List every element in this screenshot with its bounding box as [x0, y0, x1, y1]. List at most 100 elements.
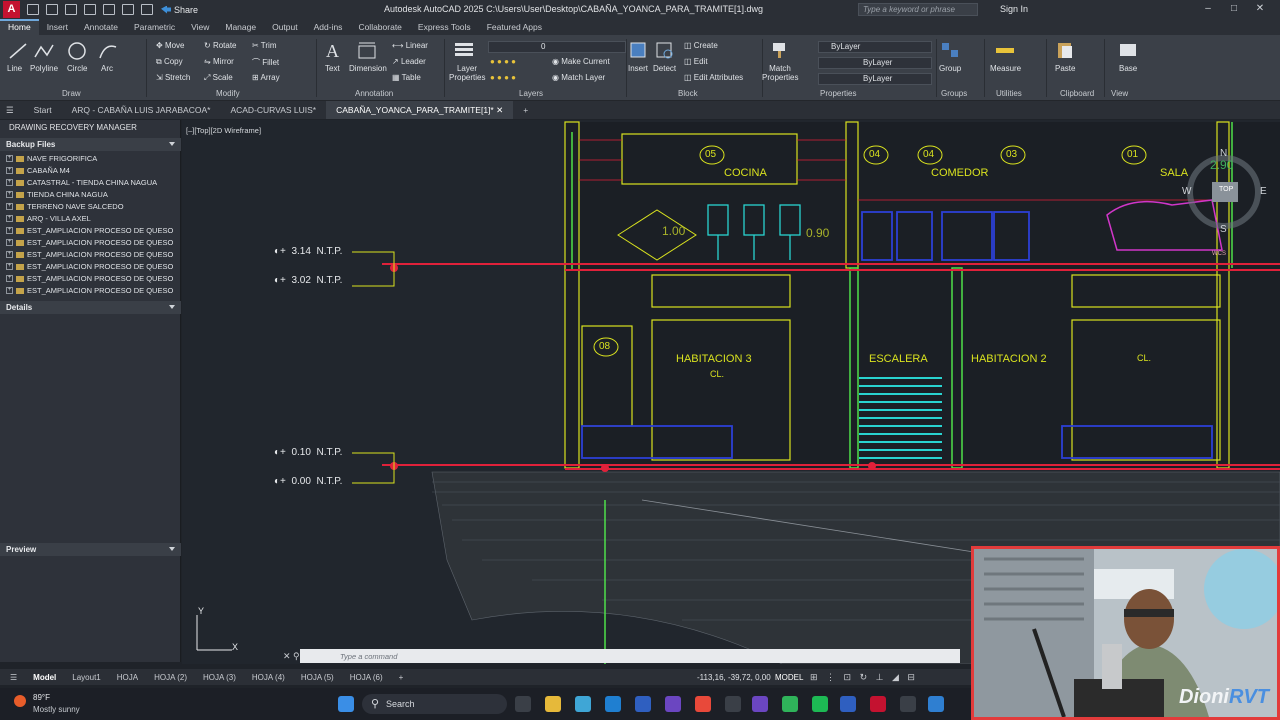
layout-tab-hoja-3[interactable]: HOJA (3): [195, 673, 244, 682]
leader-button[interactable]: ↗ Leader: [392, 57, 426, 66]
draw-panel-title[interactable]: Draw: [62, 89, 81, 98]
tab-view[interactable]: View: [183, 19, 217, 35]
backup-file-item[interactable]: + CATASTRAL - TIENDA CHINA NAGUA: [6, 178, 157, 187]
circle-icon[interactable]: [66, 41, 88, 61]
weather-temperature[interactable]: 89°F: [33, 693, 50, 702]
layers-panel-title[interactable]: Layers: [519, 89, 543, 98]
undo-icon[interactable]: [122, 4, 134, 15]
expand-icon[interactable]: +: [6, 227, 13, 234]
store-icon[interactable]: [635, 696, 651, 712]
backup-file-item[interactable]: + EST_AMPLIACION PROCESO DE QUESO: [6, 286, 173, 295]
backup-file-item[interactable]: + CABAÑA M4: [6, 166, 70, 175]
move-button[interactable]: ✥ Move: [156, 41, 185, 50]
tab-annotate[interactable]: Annotate: [76, 19, 126, 35]
preview-header[interactable]: Preview: [0, 543, 181, 556]
base-view-icon[interactable]: [1117, 40, 1139, 60]
layer-properties-button[interactable]: Layer Properties: [449, 64, 485, 82]
menu-icon[interactable]: ☰: [0, 101, 24, 119]
open-file-icon[interactable]: [46, 4, 58, 15]
backup-file-item[interactable]: + TERRENO NAVE SALCEDO: [6, 202, 124, 211]
edge-icon[interactable]: [605, 696, 621, 712]
drafting-toggle-icons[interactable]: ⊞ ⋮ ⊡ ↻ ⊥ ◢ ⊟: [810, 672, 918, 683]
mirror-button[interactable]: ⇋ Mirror: [204, 57, 234, 66]
copy-button[interactable]: ⧉ Copy: [156, 57, 183, 67]
close-icon[interactable]: ✕: [1254, 3, 1266, 15]
app-icon[interactable]: [928, 696, 944, 712]
details-header[interactable]: Details: [0, 301, 181, 314]
expand-icon[interactable]: +: [6, 167, 13, 174]
insert-block-icon[interactable]: [628, 40, 650, 60]
detect-icon[interactable]: [654, 40, 676, 60]
layout-tab-model[interactable]: Model: [25, 673, 64, 682]
layout-tab-layout1[interactable]: Layout1: [64, 673, 108, 682]
expand-icon[interactable]: +: [6, 239, 13, 246]
polyline-icon[interactable]: [33, 41, 55, 61]
file-explorer-icon[interactable]: [545, 696, 561, 712]
measure-icon[interactable]: [994, 40, 1016, 60]
text-icon[interactable]: A: [322, 40, 344, 60]
doc-tab-cabana-luis[interactable]: ARQ - CABAÑA LUIS JARABACOA*: [62, 101, 221, 119]
chrome-icon[interactable]: [695, 696, 711, 712]
expand-icon[interactable]: +: [6, 215, 13, 222]
layout-tab-hoja-6[interactable]: HOJA (6): [342, 673, 391, 682]
save-as-icon[interactable]: [84, 4, 96, 15]
lineweight-dropdown[interactable]: ByLayer: [818, 73, 932, 85]
layer-state-icons[interactable]: ● ● ● ●: [490, 73, 516, 82]
tab-express-tools[interactable]: Express Tools: [410, 19, 479, 35]
wcs-menu[interactable]: WCS: [1212, 251, 1226, 257]
autocad-logo-icon[interactable]: A: [3, 1, 20, 18]
modify-panel-title[interactable]: Modify: [216, 89, 240, 98]
model-space-button[interactable]: MODEL: [775, 673, 803, 682]
add-layout-icon[interactable]: +: [391, 673, 412, 682]
sign-in-button[interactable]: Sign In: [1000, 4, 1028, 14]
viewcube-west[interactable]: W: [1182, 186, 1191, 197]
app-icon[interactable]: [725, 696, 741, 712]
doc-tab-start[interactable]: Start: [24, 101, 62, 119]
tab-collaborate[interactable]: Collaborate: [350, 19, 409, 35]
edit-block-button[interactable]: ◫ Edit: [684, 57, 708, 66]
arc-icon[interactable]: [97, 41, 119, 61]
backup-file-item[interactable]: + EST_AMPLIACION PROCESO DE QUESO: [6, 250, 173, 259]
expand-icon[interactable]: +: [6, 179, 13, 186]
text-button[interactable]: Text: [325, 64, 340, 73]
backup-file-item[interactable]: + EST_AMPLIACION PROCESO DE QUESO: [6, 226, 173, 235]
trim-button[interactable]: ✂ Trim: [252, 41, 276, 50]
save-icon[interactable]: [65, 4, 77, 15]
tab-add-ins[interactable]: Add-ins: [306, 19, 351, 35]
backup-file-item[interactable]: + NAVE FRIGORIFICA: [6, 154, 97, 163]
linear-button[interactable]: ⟷ Linear: [392, 41, 428, 50]
close-tab-icon[interactable]: ✕: [496, 105, 503, 115]
taskbar-search-box[interactable]: Search: [362, 694, 507, 714]
backup-file-item[interactable]: + ARQ - VILLA AXEL: [6, 214, 91, 223]
expand-icon[interactable]: +: [6, 263, 13, 270]
viewcube-south[interactable]: S: [1220, 224, 1227, 235]
spotify-icon[interactable]: [812, 696, 828, 712]
fillet-button[interactable]: ⌒ Fillet: [252, 57, 279, 68]
annotation-panel-title[interactable]: Annotation: [355, 89, 393, 98]
viewcube-east[interactable]: E: [1260, 186, 1267, 197]
new-file-icon[interactable]: [27, 4, 39, 15]
windows-start-icon[interactable]: [338, 696, 354, 712]
weather-icon[interactable]: [14, 695, 26, 707]
measure-button[interactable]: Measure: [990, 64, 1021, 73]
line-button[interactable]: Line: [7, 64, 22, 73]
layout-tab-hoja[interactable]: HOJA: [109, 673, 146, 682]
array-button[interactable]: ⊞ Array: [252, 73, 280, 82]
task-view-icon[interactable]: [515, 696, 531, 712]
autocad-taskbar-icon[interactable]: [870, 696, 886, 712]
circle-button[interactable]: Circle: [67, 64, 87, 73]
backup-file-item[interactable]: + TIENDA CHINA NAGUA: [6, 190, 108, 199]
viewcube-north[interactable]: N: [1220, 148, 1227, 159]
layer-properties-icon[interactable]: [453, 40, 475, 60]
properties-panel-title[interactable]: Properties: [820, 89, 856, 98]
doc-tab-curvas-luis[interactable]: ACAD-CURVAS LUIS*: [220, 101, 326, 119]
backup-file-item[interactable]: + EST_AMPLIACION PROCESO DE QUESO: [6, 262, 173, 271]
command-line-close-icon[interactable]: ✕ ⚲: [283, 651, 300, 662]
paste-icon[interactable]: [1054, 40, 1076, 60]
table-button[interactable]: ▦ Table: [392, 73, 421, 82]
edit-attributes-button[interactable]: ◫ Edit Attributes: [684, 73, 743, 82]
layer-dropdown[interactable]: 0: [488, 41, 626, 53]
tab-parametric[interactable]: Parametric: [126, 19, 183, 35]
doc-tab-cabana-yoanca[interactable]: CABAÑA_YOANCA_PARA_TRAMITE[1]* ✕: [326, 101, 514, 119]
arc-button[interactable]: Arc: [101, 64, 113, 73]
